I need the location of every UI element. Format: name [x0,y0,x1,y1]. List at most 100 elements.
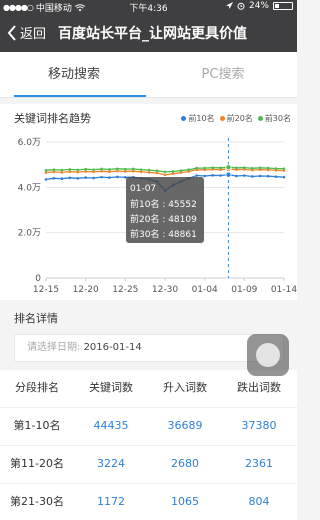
data-point [92,170,95,174]
x-tick-label: 01-04 [192,285,218,295]
y-tick-label: 2.0万 [18,229,41,239]
legend-dot [181,116,187,121]
ranking-trend-chart[interactable]: 0 2.0万 4.0万 6.0万 12-15 12-20 12-25 12-30 01-04 01… [0,104,297,300]
data-point [131,167,135,171]
legend-item-top30[interactable]: 前30名 [257,113,291,124]
data-point [60,168,64,172]
data-point [68,170,72,173]
data-point [52,176,56,180]
data-point [52,168,56,171]
data-point [155,171,159,175]
data-point [139,168,143,171]
data-point [139,170,143,174]
tab-pc-search[interactable]: PC搜索 [149,52,297,98]
drop-count-cell[interactable]: 37380 [222,408,296,444]
data-point [44,171,48,174]
data-point [116,175,119,179]
data-point [243,174,246,177]
alarm-icon [237,2,245,10]
data-point [124,167,127,171]
x-tick-label: 01-09 [231,285,257,295]
data-point [187,168,191,171]
data-point [116,167,119,171]
tooltip-date: 01-07 [130,184,156,194]
keyword-count-cell[interactable]: 3224 [74,446,148,482]
tab-divider [0,97,297,98]
date-placeholder: 请选择日期: [27,342,81,353]
data-point [258,174,262,178]
chevron-left-icon [7,24,16,41]
date-picker-field[interactable]: 请选择日期: 2016-01-14 [14,334,284,362]
keyword-count-cell[interactable]: 1172 [74,484,148,520]
y-tick-label: 4.0万 [18,183,41,193]
status-bar: ●●●●○ 中国移动 下午4:36 24% [0,0,297,14]
drop-count-cell[interactable]: 2361 [222,446,296,482]
data-point [60,171,64,174]
legend-item-top10[interactable]: 前10名 [181,113,215,124]
legend-item-top20[interactable]: 前20名 [219,113,253,124]
data-point [84,170,87,173]
rise-count-cell[interactable]: 1065 [148,484,222,520]
data-point [258,166,262,170]
rise-count-cell[interactable]: 2680 [148,446,222,482]
legend-dot [219,116,225,121]
x-tick-label: 12-25 [112,285,138,295]
assistive-touch-button[interactable] [247,334,289,376]
data-point [195,174,199,177]
y-tick-label: 6.0万 [18,138,41,148]
legend-label: 前10名 [188,114,215,123]
range-cell: 第21-30名 [10,495,64,508]
nav-bar: 返回 百度站长平台_让网站更具价值 [0,14,297,52]
data-point [100,167,103,171]
chart-title: 关键词排名趋势 [14,112,91,125]
chart-legend: 前10名 前20名 前30名 [181,113,291,124]
data-point [266,174,270,178]
data-point [235,174,238,178]
tooltip-line: 前30名 : 48861 [130,228,197,240]
data-point [84,167,87,171]
rise-count-cell[interactable]: 36689 [148,408,222,444]
details-title: 排名详情 [14,312,58,325]
ranking-trend-card: 0 2.0万 4.0万 6.0万 12-15 12-20 12-25 12-30 01-04 01… [0,104,297,300]
x-tick-label: 12-15 [33,285,59,295]
data-point [235,166,238,170]
tab-mobile-search[interactable]: 移动搜索 [0,52,148,98]
data-point [44,178,48,181]
tooltip-line: 前10名 : 45552 [130,198,197,210]
data-point [52,170,56,174]
data-point [274,167,278,170]
data-point [163,170,167,174]
status-right: 24% [225,1,293,11]
back-button[interactable]: 返回 [7,23,46,42]
data-point [100,169,103,173]
data-point [124,170,127,173]
data-point [76,176,80,180]
tooltip-line: 前20名 : 48109 [130,213,197,225]
data-point [76,168,80,172]
data-point [203,174,206,178]
table-row: 第21-30名 1172 1065 804 [0,484,297,520]
data-point [155,169,159,173]
tab-bar: 移动搜索 PC搜索 [0,52,297,98]
data-point [282,175,286,179]
data-point [219,174,222,177]
data-point [68,176,72,180]
data-point [84,176,87,179]
header-cell: 关键词数 [89,381,133,394]
data-point [219,166,222,170]
data-point [243,166,246,169]
data-point [282,167,286,171]
legend-label: 前30名 [264,114,291,123]
y-tick-label: 0 [35,274,41,284]
data-point [68,168,72,171]
keyword-count-cell[interactable]: 44435 [74,408,148,444]
data-point [171,170,175,173]
data-point [250,175,254,178]
data-point [147,171,151,174]
drop-count-cell[interactable]: 804 [222,484,296,520]
page-title: 百度站长平台_让网站更具价值 [58,26,247,42]
battery-percent: 24% [248,1,269,11]
data-point [100,175,103,179]
range-cell: 第11-20名 [10,457,64,470]
data-point [203,166,206,170]
